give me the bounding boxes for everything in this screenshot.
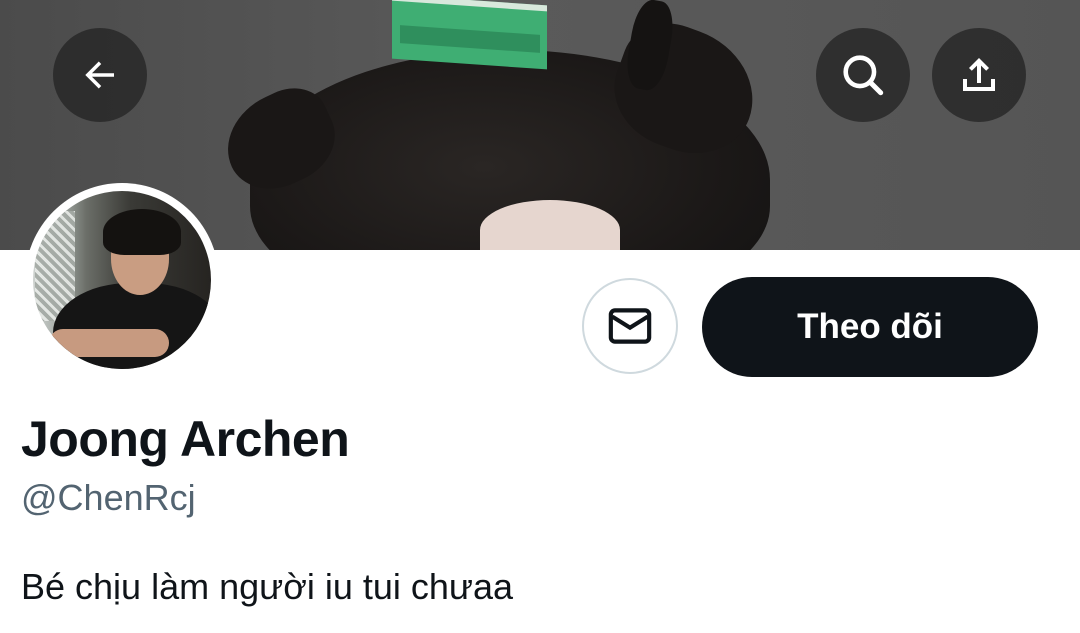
user-handle: @ChenRcj <box>21 477 196 518</box>
profile-bio: Bé chịu làm người iu tui chưaa <box>21 566 514 607</box>
follow-button[interactable]: Theo dõi <box>702 277 1038 377</box>
share-upload-icon <box>963 58 995 91</box>
search-icon <box>843 55 884 96</box>
envelope-icon <box>608 308 652 344</box>
avatar[interactable] <box>25 183 219 377</box>
search-button[interactable] <box>816 28 910 122</box>
back-button[interactable] <box>53 28 147 122</box>
avatar-photo-arm <box>49 329 169 357</box>
arrow-left-icon <box>85 61 114 89</box>
display-name: Joong Archen <box>21 411 350 467</box>
avatar-photo <box>33 191 211 369</box>
avatar-photo-hair <box>103 209 181 255</box>
message-button[interactable] <box>582 278 678 374</box>
share-button[interactable] <box>932 28 1026 122</box>
